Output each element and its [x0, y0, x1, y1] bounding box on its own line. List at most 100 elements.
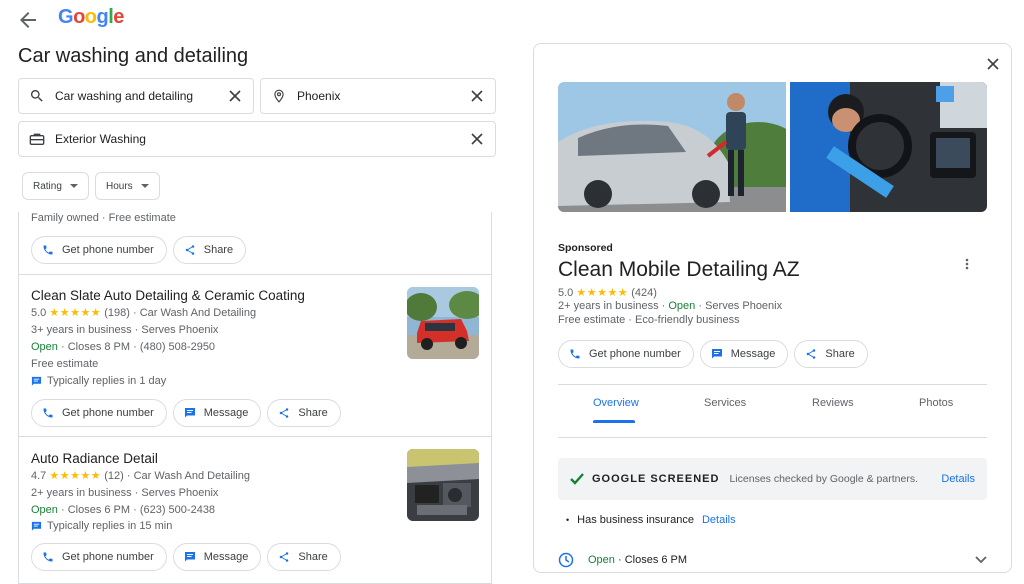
close-icon[interactable]: [985, 56, 1001, 72]
share-icon: [185, 245, 194, 255]
list-item[interactable]: Clean Slate Auto Detailing & Ceramic Coa…: [19, 275, 491, 437]
tab-reviews[interactable]: Reviews: [812, 397, 854, 409]
reply-time: Typically replies in 15 min: [47, 520, 173, 532]
message-button[interactable]: Message: [172, 399, 262, 427]
get-phone-number-button[interactable]: Get phone number: [31, 236, 167, 264]
review-count-category: (198) · Car Wash And Detailing: [104, 307, 257, 319]
rating-filter-chip[interactable]: Rating: [22, 172, 89, 200]
star-rating-icon: ★★★★★: [49, 307, 102, 319]
rating-row: 5.0 ★★★★★ (198) · Car Wash And Detailing: [31, 305, 256, 322]
logo-letter: G: [58, 6, 74, 28]
hours-phone: · Closes 8 PM · (480) 508-2950: [57, 341, 216, 353]
button-label: Share: [203, 244, 234, 256]
review-count-category: (12) · Car Wash And Detailing: [104, 470, 250, 482]
share-button[interactable]: Share: [267, 399, 341, 427]
service-filter-input[interactable]: Exterior Washing: [55, 132, 459, 146]
business-name[interactable]: Clean Slate Auto Detailing & Ceramic Coa…: [31, 288, 305, 303]
google-logo[interactable]: Google: [58, 6, 124, 29]
serves-area: · Serves Phoenix: [695, 300, 783, 312]
hours-row[interactable]: Open · Closes 6 PM: [558, 552, 987, 568]
clear-icon[interactable]: [459, 133, 495, 145]
hours-phone: · Closes 6 PM · (623) 500-2438: [57, 504, 216, 516]
share-icon: [280, 408, 289, 418]
hours-phone-row: Open · Closes 8 PM · (480) 508-2950: [31, 339, 215, 356]
page-title: Car washing and detailing: [18, 45, 249, 67]
star-rating-icon: ★★★★★: [49, 470, 102, 482]
button-label: Get phone number: [62, 551, 154, 563]
get-phone-number-button[interactable]: Get phone number: [558, 340, 694, 368]
button-label: Message: [730, 348, 776, 360]
insurance-row: • Has business insurance Details: [566, 514, 736, 526]
get-phone-number-button[interactable]: Get phone number: [31, 543, 167, 571]
list-item[interactable]: Family owned · Free estimate Get phone n…: [19, 212, 491, 275]
list-item[interactable]: Auto Radiance Detail 4.7 ★★★★★ (12) · Ca…: [19, 437, 491, 583]
active-tab-indicator: [593, 420, 635, 423]
location-input[interactable]: Phoenix: [297, 89, 459, 103]
message-icon: [184, 552, 195, 562]
phone-icon: [43, 408, 53, 418]
business-title: Clean Mobile Detailing AZ: [558, 258, 800, 281]
share-icon: [280, 552, 289, 562]
message-icon: [31, 521, 42, 531]
tab-photos[interactable]: Photos: [919, 397, 953, 409]
screened-details-link[interactable]: Details: [941, 473, 975, 485]
button-label: Get phone number: [62, 244, 154, 256]
hours-phone-row: Open · Closes 6 PM · (623) 500-2438: [31, 502, 215, 519]
back-arrow-icon[interactable]: [16, 8, 40, 32]
get-phone-number-button[interactable]: Get phone number: [31, 399, 167, 427]
rating-filter-label: Rating: [33, 180, 62, 192]
business-photo[interactable]: [558, 82, 786, 212]
rating-value: 5.0: [558, 287, 574, 299]
screened-label: GOOGLE SCREENED: [592, 473, 720, 485]
insurance-details-link[interactable]: Details: [702, 514, 736, 526]
clear-icon[interactable]: [459, 90, 495, 102]
rating-row: 4.7 ★★★★★ (12) · Car Wash And Detailing: [31, 468, 250, 485]
review-count[interactable]: (424): [631, 287, 657, 299]
share-button[interactable]: Share: [267, 543, 341, 571]
button-label: Share: [298, 551, 328, 563]
share-button[interactable]: Share: [794, 340, 868, 368]
years-in-business: 3+ years in business · Serves Phoenix: [31, 324, 219, 336]
service-search-input[interactable]: Car washing and detailing: [55, 89, 217, 103]
business-name[interactable]: Auto Radiance Detail: [31, 451, 158, 466]
location-search-field[interactable]: Phoenix: [260, 78, 496, 114]
reply-time-row: Typically replies in 1 day: [31, 375, 166, 387]
open-status: Open: [31, 341, 58, 353]
business-photo[interactable]: [790, 82, 987, 212]
business-detail-panel[interactable]: Sponsored Clean Mobile Detailing AZ 5.0 …: [533, 43, 1012, 573]
checkmark-icon: [570, 473, 584, 485]
chevron-down-icon[interactable]: [975, 556, 987, 564]
more-options-icon[interactable]: [960, 257, 974, 271]
open-status: Open: [31, 504, 58, 516]
years-in-business: 2+ years in business · Open · Serves Pho…: [558, 300, 782, 312]
location-pin-icon: [261, 88, 297, 104]
rating-value: 4.7: [31, 470, 47, 482]
business-photo[interactable]: [407, 287, 479, 359]
message-button[interactable]: Message: [699, 340, 789, 368]
hours-filter-chip[interactable]: Hours: [95, 172, 160, 200]
clear-icon[interactable]: [217, 90, 253, 102]
hours-text: Open · Closes 6 PM: [588, 554, 687, 566]
listing-features: Free estimate: [31, 358, 99, 370]
dropdown-caret-icon: [69, 184, 78, 188]
years-text: 2+ years in business ·: [558, 300, 669, 312]
button-label: Share: [298, 407, 328, 419]
open-status: Open: [668, 300, 696, 312]
message-icon: [31, 376, 42, 386]
business-photo[interactable]: [407, 449, 479, 521]
service-search-field[interactable]: Car washing and detailing: [18, 78, 254, 114]
insurance-text: Has business insurance: [577, 514, 694, 526]
listing-features: Family owned · Free estimate: [31, 212, 176, 224]
closing-time: · Closes 6 PM: [614, 554, 688, 566]
logo-letter: g: [96, 6, 109, 28]
tab-services[interactable]: Services: [704, 397, 746, 409]
detail-tabs: Overview Services Reviews Photos: [558, 384, 987, 438]
results-list[interactable]: Family owned · Free estimate Get phone n…: [18, 212, 492, 584]
tab-overview[interactable]: Overview: [593, 397, 639, 409]
message-button[interactable]: Message: [172, 543, 262, 571]
service-filter-field[interactable]: Exterior Washing: [18, 121, 496, 157]
screened-description: Licenses checked by Google & partners.: [729, 473, 918, 485]
button-label: Get phone number: [62, 407, 154, 419]
reply-time: Typically replies in 1 day: [47, 375, 167, 387]
share-button[interactable]: Share: [172, 236, 247, 264]
